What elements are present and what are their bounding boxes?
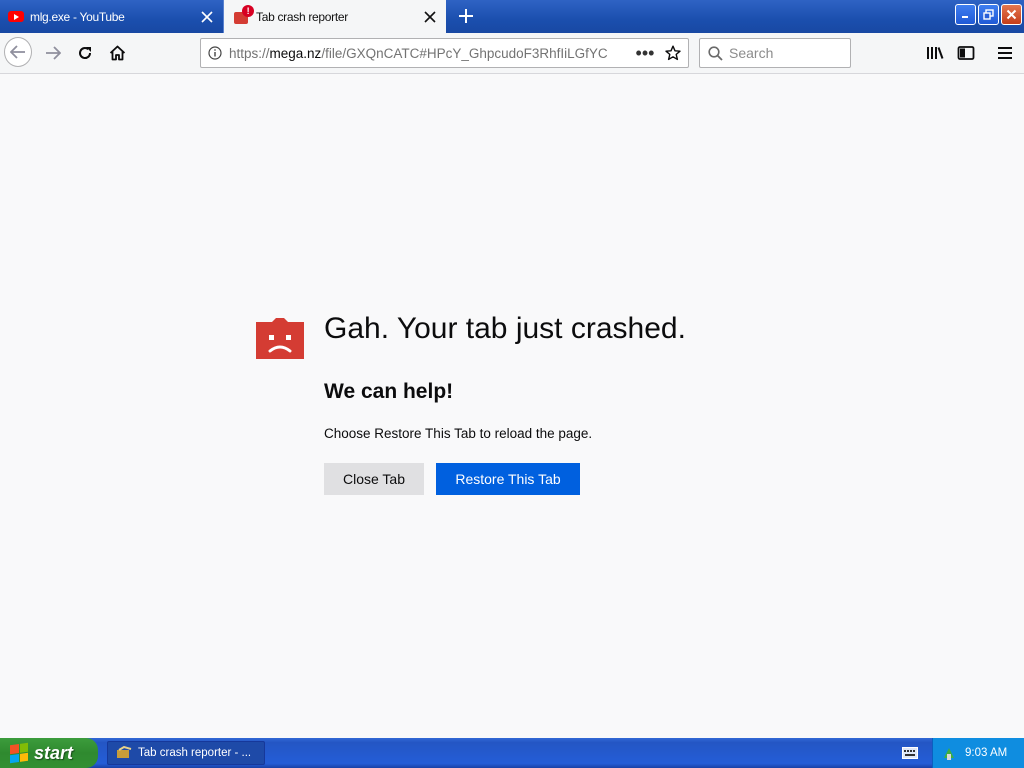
url-bar[interactable]: https://mega.nz/file/GXQnCATC#HPcY_Ghpcu… — [200, 38, 689, 68]
back-button[interactable] — [4, 37, 32, 67]
library-button[interactable] — [923, 41, 947, 65]
home-icon — [109, 45, 125, 61]
home-button[interactable] — [103, 39, 131, 67]
crash-page: Gah. Your tab just crashed. We can help!… — [0, 74, 1024, 738]
menu-button[interactable] — [993, 41, 1017, 65]
url-host: mega.nz — [269, 45, 322, 61]
crash-reporter-app-icon — [117, 746, 132, 758]
plus-icon — [459, 9, 473, 23]
close-window-button[interactable] — [1001, 4, 1022, 25]
url-scheme: https:// — [229, 45, 270, 61]
window-controls — [955, 4, 1022, 25]
minimize-icon — [962, 16, 968, 18]
search-icon — [708, 45, 723, 61]
restore-window-icon — [983, 9, 994, 20]
restore-tab-button[interactable]: Restore This Tab — [436, 463, 580, 495]
search-input[interactable] — [729, 45, 839, 61]
start-button[interactable]: start — [0, 738, 98, 768]
tab-youtube[interactable]: mlg.exe - YouTube — [0, 0, 224, 33]
bookmark-star-icon[interactable] — [658, 45, 688, 61]
url-text[interactable]: https://mega.nz/file/GXQnCATC#HPcY_Ghpcu… — [229, 46, 632, 61]
start-label: start — [34, 742, 74, 763]
taskbar-item-firefox[interactable]: Tab crash reporter - ... — [107, 741, 265, 765]
tab-title: mlg.exe - YouTube — [30, 9, 125, 24]
hamburger-menu-icon — [998, 47, 1012, 59]
tab-strip: mlg.exe - YouTube ! Tab crash reporter — [0, 0, 1024, 33]
sidebar-toggle-button[interactable] — [954, 41, 978, 65]
close-tab-icon[interactable] — [197, 7, 217, 27]
url-path: /file/GXQnCATC#HPcY_GhpcudoF3RhfIiLGfYC — [321, 45, 608, 61]
network-icon[interactable] — [941, 745, 957, 761]
page-actions-button[interactable]: ••• — [632, 44, 658, 62]
crash-title: Gah. Your tab just crashed. — [324, 312, 686, 345]
back-arrow-icon — [10, 45, 25, 59]
windows-logo-icon — [10, 742, 28, 764]
sidebar-icon — [957, 46, 975, 60]
keyboard-icon[interactable] — [902, 746, 918, 759]
system-tray: 9:03 AM — [932, 738, 1024, 768]
youtube-icon — [8, 9, 24, 25]
close-tab-icon[interactable] — [420, 7, 440, 27]
search-bar[interactable] — [699, 38, 851, 68]
tab-crash-reporter[interactable]: ! Tab crash reporter — [224, 0, 446, 33]
forward-button[interactable] — [39, 39, 67, 67]
crash-icon: ! — [234, 4, 254, 25]
taskbar: start Tab crash reporter - ... 9:03 AM — [0, 738, 1024, 768]
alert-badge: ! — [242, 4, 254, 17]
library-icon — [927, 47, 944, 59]
reload-button[interactable] — [71, 39, 99, 67]
minimize-button[interactable] — [955, 4, 976, 25]
forward-arrow-icon — [46, 46, 61, 60]
restore-window-button[interactable] — [978, 4, 999, 25]
crash-description: Choose Restore This Tab to reload the pa… — [324, 426, 593, 441]
clock[interactable]: 9:03 AM — [965, 747, 1007, 759]
sad-folder-icon — [254, 316, 306, 365]
navigation-toolbar: https://mega.nz/file/GXQnCATC#HPcY_Ghpcu… — [0, 33, 1024, 74]
close-icon — [1006, 9, 1017, 20]
info-icon[interactable] — [201, 46, 229, 60]
taskbar-item-label: Tab crash reporter - ... — [138, 747, 252, 759]
new-tab-button[interactable] — [454, 4, 478, 28]
crash-subtitle: We can help! — [324, 380, 454, 403]
tab-title: Tab crash reporter — [256, 9, 348, 24]
reload-icon — [79, 47, 92, 59]
close-tab-button[interactable]: Close Tab — [324, 463, 424, 495]
